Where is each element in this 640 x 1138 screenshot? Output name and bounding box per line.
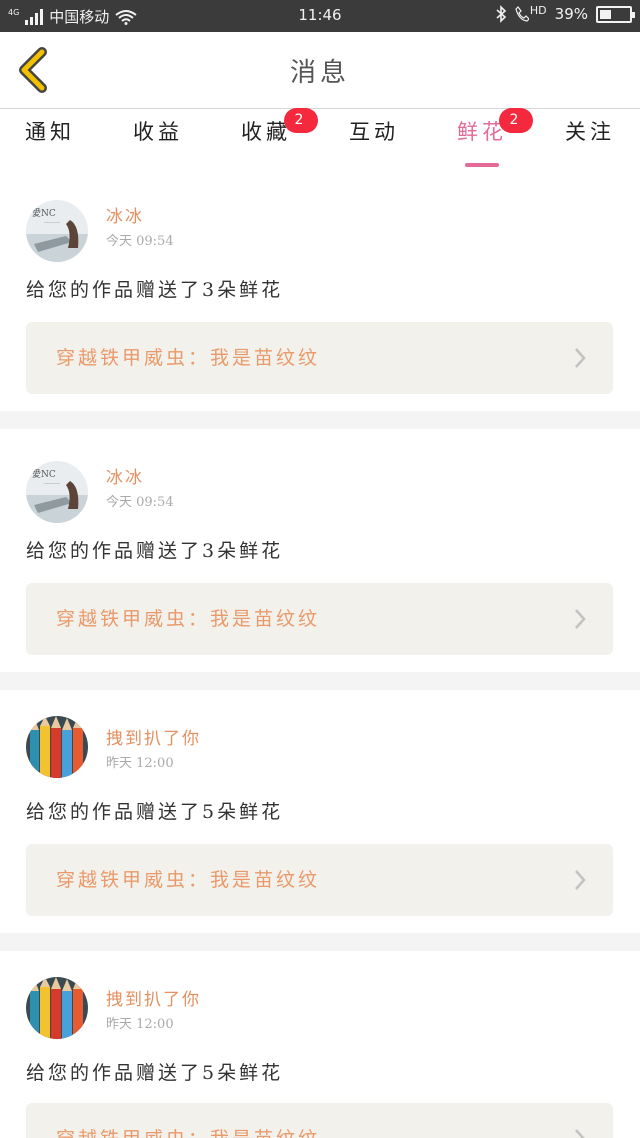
message-time: 今天 09:54 — [106, 234, 174, 249]
message-time: 昨天 12:00 — [106, 1017, 174, 1032]
hd-label: HD — [529, 3, 547, 17]
call-hd-icon: HD — [515, 3, 547, 22]
work-title: 穿越铁甲威虫：我是苗纹纹 — [56, 1124, 320, 1138]
tab-label: 收益 — [133, 120, 183, 144]
tab-badge: 2 — [284, 108, 318, 133]
work-link[interactable]: 穿越铁甲威虫：我是苗纹纹 — [26, 583, 613, 655]
section-divider — [0, 933, 640, 951]
message-item: 拽到扒了你 昨天 12:00 给您的作品赠送了5朵鲜花 穿越铁甲威虫：我是苗纹纹 — [0, 690, 640, 933]
page-title: 消息 — [289, 58, 350, 88]
work-link[interactable]: 穿越铁甲威虫：我是苗纹纹 — [26, 1103, 613, 1138]
chevron-right-icon — [575, 1129, 585, 1138]
header: 消息 — [0, 32, 640, 109]
battery-icon — [596, 5, 635, 23]
work-title: 穿越铁甲威虫：我是苗纹纹 — [56, 608, 321, 630]
active-tab-indicator — [465, 163, 499, 167]
svg-text:-----------: ----------- — [44, 220, 60, 225]
status-bar: 4G 中国移动 11:46 HD 39% — [0, 0, 640, 32]
avatar[interactable] — [26, 977, 88, 1039]
sender-name[interactable]: 拽到扒了你 — [106, 985, 201, 1010]
avatar[interactable]: 愛NC ----------- — [26, 200, 88, 262]
svg-text:愛NC: 愛NC — [32, 207, 56, 219]
chevron-right-icon — [575, 870, 586, 890]
message-text: 给您的作品赠送了5朵鲜花 — [26, 1062, 284, 1084]
svg-text:-----------: ----------- — [44, 481, 60, 486]
avatar[interactable]: 愛NC ----------- — [26, 461, 88, 523]
section-divider — [0, 672, 640, 690]
tab-interaction[interactable]: 互动 — [324, 116, 424, 146]
tab-follow[interactable]: 关注 — [540, 116, 640, 146]
battery-percent: 39% — [554, 5, 588, 23]
bluetooth-icon — [496, 5, 507, 23]
sender-name[interactable]: 冰冰 — [106, 463, 144, 488]
work-link[interactable]: 穿越铁甲威虫：我是苗纹纹 — [26, 844, 613, 916]
message-item: 愛NC ----------- 冰冰 今天 09:54 给您的作品赠送了3朵鲜花… — [0, 429, 640, 672]
chevron-right-icon — [575, 609, 586, 629]
message-text: 给您的作品赠送了5朵鲜花 — [26, 801, 284, 823]
tab-notification[interactable]: 通知 — [0, 116, 100, 146]
tab-badge: 2 — [499, 108, 533, 133]
tab-earnings[interactable]: 收益 — [108, 116, 208, 146]
chevron-right-icon — [575, 348, 586, 368]
tab-label: 互动 — [349, 120, 399, 144]
sender-name[interactable]: 冰冰 — [106, 202, 144, 227]
tab-favorites[interactable]: 收藏 2 — [216, 108, 318, 146]
avatar[interactable] — [26, 716, 88, 778]
sender-name[interactable]: 拽到扒了你 — [106, 724, 201, 749]
tab-flowers[interactable]: 鲜花 2 — [432, 108, 533, 167]
message-time: 昨天 12:00 — [106, 756, 174, 771]
work-link[interactable]: 穿越铁甲威虫：我是苗纹纹 — [26, 322, 613, 394]
message-text: 给您的作品赠送了3朵鲜花 — [26, 279, 284, 301]
tab-bar: 通知 收益 收藏 2 互动 鲜花 2 关注 — [0, 108, 640, 167]
message-time: 今天 09:54 — [106, 495, 174, 510]
message-item: 愛NC ----------- 冰冰 今天 09:54 给您的作品赠送了3朵鲜花… — [0, 168, 640, 411]
tab-label: 通知 — [25, 120, 75, 144]
svg-text:愛NC: 愛NC — [32, 468, 56, 480]
work-title: 穿越铁甲威虫：我是苗纹纹 — [56, 869, 321, 891]
section-divider — [0, 411, 640, 429]
message-item: 拽到扒了你 昨天 12:00 给您的作品赠送了5朵鲜花 穿越铁甲威虫：我是苗纹纹 — [0, 951, 640, 1138]
message-text: 给您的作品赠送了3朵鲜花 — [26, 540, 284, 562]
work-title: 穿越铁甲威虫：我是苗纹纹 — [56, 347, 321, 369]
tab-label: 关注 — [565, 120, 615, 144]
